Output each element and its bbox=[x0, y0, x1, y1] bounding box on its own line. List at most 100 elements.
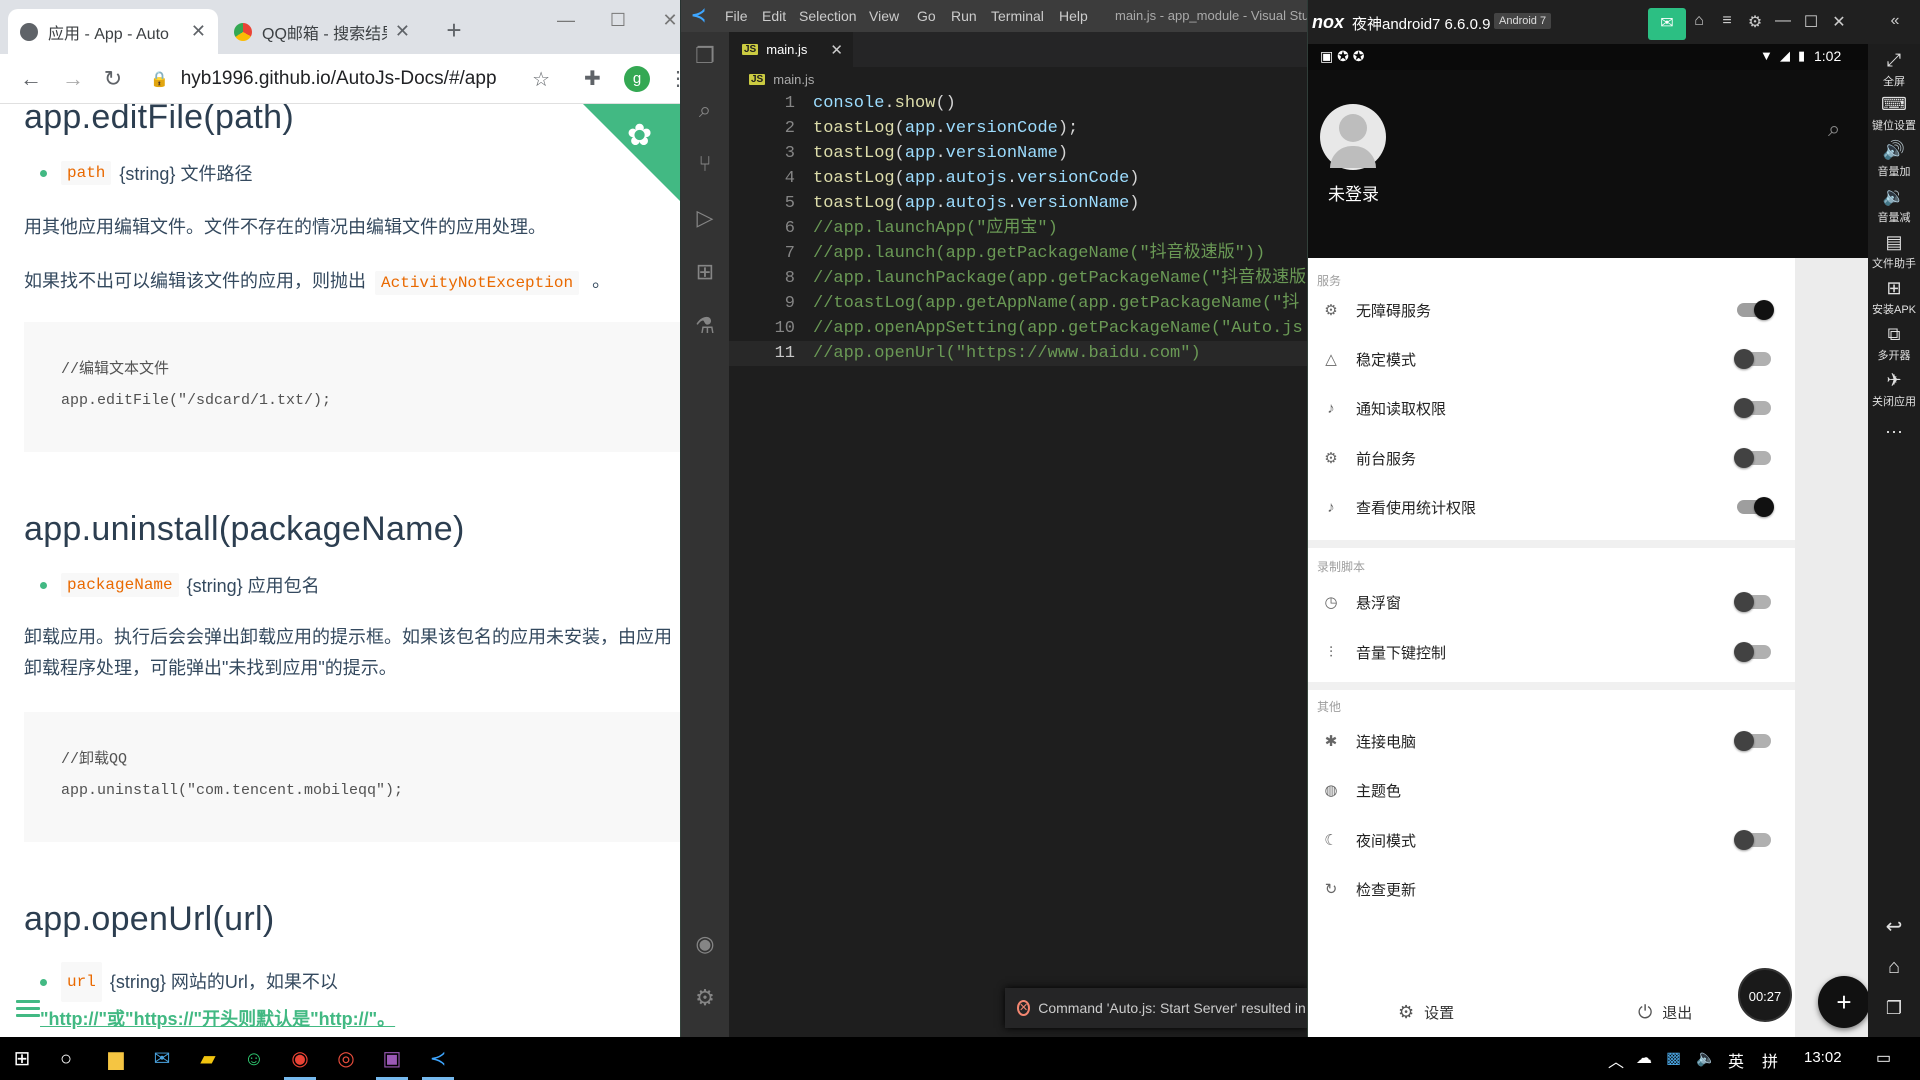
mail-icon[interactable]: ✉ bbox=[148, 1045, 176, 1073]
close-window-icon[interactable]: ✕ bbox=[1826, 12, 1852, 34]
toggle-switch[interactable] bbox=[1737, 300, 1774, 320]
toggle-switch[interactable] bbox=[1734, 448, 1771, 468]
setting-stable-mode[interactable]: △ 稳定模式 bbox=[1308, 335, 1795, 383]
profile-avatar[interactable]: g bbox=[624, 66, 650, 92]
tab-main-js[interactable]: JS main.js ✕ bbox=[729, 32, 853, 67]
toggle-switch[interactable] bbox=[1734, 731, 1771, 751]
menu-run[interactable]: Run bbox=[951, 8, 977, 24]
minimize-icon[interactable]: — bbox=[546, 10, 586, 36]
cortana-icon[interactable]: ○ bbox=[52, 1045, 80, 1073]
setting-accessibility[interactable]: ⚙ 无障碍服务 bbox=[1308, 286, 1795, 334]
setting-night-mode[interactable]: ☾ 夜间模式 bbox=[1308, 816, 1795, 864]
toggle-switch[interactable] bbox=[1734, 592, 1771, 612]
code-line[interactable]: 6 //app.launchApp("应用宝") bbox=[729, 216, 1307, 241]
reload-icon[interactable]: ↻ bbox=[100, 66, 126, 92]
tray-app-icon[interactable]: ▩ bbox=[1666, 1048, 1681, 1068]
nox-taskbar-icon[interactable]: ▣ bbox=[378, 1045, 406, 1073]
android-back-icon[interactable]: ↩ bbox=[1868, 914, 1920, 939]
testing-icon[interactable]: ⚗ bbox=[693, 314, 717, 338]
address-bar[interactable]: 🔒 hyb1996.github.io/AutoJs-Docs/#/app ☆ bbox=[140, 60, 560, 98]
setting-foreground-service[interactable]: ⚙ 前台服务 bbox=[1308, 434, 1795, 482]
code-line[interactable]: 10 //app.openAppSetting(app.getPackageNam… bbox=[729, 316, 1307, 341]
account-icon[interactable]: ◉ bbox=[693, 932, 717, 956]
setting-usage-stats[interactable]: ♪ 查看使用统计权限 bbox=[1308, 483, 1795, 531]
source-control-icon[interactable]: ⑂ bbox=[693, 152, 717, 176]
vscode-taskbar-icon[interactable]: ≺ bbox=[424, 1045, 452, 1073]
code-line[interactable]: 9 //toastLog(app.getAppName(app.getPackag… bbox=[729, 291, 1307, 316]
sidebar-install-apk[interactable]: ⊞ 安装APK bbox=[1868, 278, 1920, 317]
menu-go[interactable]: Go bbox=[917, 8, 936, 24]
toggle-switch[interactable] bbox=[1734, 398, 1771, 418]
nox-menu-icon[interactable]: ≡ bbox=[1714, 12, 1740, 34]
file-explorer-icon[interactable]: ▆ bbox=[102, 1045, 130, 1073]
toggle-switch[interactable] bbox=[1734, 349, 1771, 369]
menu-help[interactable]: Help bbox=[1059, 8, 1088, 24]
add-fab-button[interactable]: + bbox=[1818, 976, 1870, 1028]
setting-check-update[interactable]: ↻ 检查更新 bbox=[1308, 865, 1795, 913]
chrome-icon[interactable]: ◉ bbox=[286, 1045, 314, 1073]
notification-center-icon[interactable]: ▭ bbox=[1876, 1048, 1891, 1068]
sidebar-toggle-icon[interactable] bbox=[16, 1000, 40, 1018]
setting-connect-pc[interactable]: ✱ 连接电脑 bbox=[1308, 717, 1795, 765]
setting-notification-access[interactable]: ♪ 通知读取权限 bbox=[1308, 384, 1795, 432]
chrome-tab-app[interactable]: 应用 - App - Auto ✕ bbox=[8, 9, 218, 54]
volume-icon[interactable]: 🔈 bbox=[1696, 1048, 1716, 1068]
search-icon[interactable]: ⌕ bbox=[693, 98, 717, 122]
ime-mode-indicator[interactable]: 拼 bbox=[1762, 1048, 1778, 1072]
nox-skin-icon[interactable]: ⌂ bbox=[1686, 12, 1712, 34]
chrome-tab-qqmail[interactable]: QQ邮箱 - 搜索结果 ✕ bbox=[222, 9, 422, 54]
nox-settings-icon[interactable]: ⚙ bbox=[1742, 12, 1768, 34]
code-line[interactable]: 4 toastLog(app.autojs.versionCode) bbox=[729, 166, 1307, 191]
toggle-switch[interactable] bbox=[1734, 830, 1771, 850]
setting-theme-color[interactable]: ◍ 主题色 bbox=[1308, 766, 1795, 814]
close-tab-icon[interactable]: ✕ bbox=[830, 41, 843, 59]
menu-terminal[interactable]: Terminal bbox=[991, 8, 1044, 24]
onedrive-icon[interactable]: ☁ bbox=[1636, 1048, 1652, 1068]
menu-file[interactable]: File bbox=[725, 8, 748, 24]
recording-timer[interactable]: 00:27 bbox=[1738, 968, 1792, 1022]
close-tab-icon[interactable]: ✕ bbox=[395, 21, 410, 42]
code-line[interactable]: 1 console.show() bbox=[729, 91, 1307, 116]
sidebar-volume-down[interactable]: 🔉 音量减 bbox=[1868, 186, 1920, 225]
minimize-icon[interactable]: — bbox=[1770, 12, 1796, 34]
forward-arrow-icon[interactable]: → bbox=[60, 66, 86, 92]
settings-gear-icon[interactable]: ⚙ bbox=[693, 986, 717, 1010]
extensions-icon[interactable]: ⊞ bbox=[693, 260, 717, 284]
search-icon[interactable]: ⌕ bbox=[1828, 116, 1840, 142]
close-window-icon[interactable]: ✕ bbox=[650, 10, 680, 36]
tray-chevron-icon[interactable]: ︿ bbox=[1608, 1048, 1624, 1072]
chrome-menu-icon[interactable]: ⋮ bbox=[668, 66, 680, 91]
close-tab-icon[interactable]: ✕ bbox=[191, 21, 206, 42]
sidebar-keymap[interactable]: ⌨ 键位设置 bbox=[1868, 94, 1920, 133]
param-link[interactable]: "http://"或"https://"开头则默认是"http://"。 bbox=[40, 1002, 395, 1036]
sidebar-close-app[interactable]: ✈ 关闭应用 bbox=[1868, 370, 1920, 409]
sidebar-fullscreen[interactable]: ⤢ 全屏 bbox=[1868, 50, 1920, 89]
code-line[interactable]: 8 //app.launchPackage(app.getPackageName(… bbox=[729, 266, 1307, 291]
setting-floating-window[interactable]: ◷ 悬浮窗 bbox=[1308, 578, 1795, 626]
nox-assistant-icon[interactable]: ✉ bbox=[1648, 8, 1686, 40]
breadcrumb[interactable]: JS main.js bbox=[729, 67, 1307, 91]
menu-selection[interactable]: Selection bbox=[799, 8, 857, 24]
collapse-sidebar-icon[interactable]: « bbox=[1882, 12, 1908, 34]
settings-button[interactable]: ⚙ 设置 bbox=[1398, 1002, 1454, 1023]
code-line[interactable]: 3 toastLog(app.versionName) bbox=[729, 141, 1307, 166]
toggle-switch[interactable] bbox=[1734, 642, 1771, 662]
android-home-icon[interactable]: ⌂ bbox=[1868, 956, 1920, 979]
code-line[interactable]: 2 toastLog(app.versionCode); bbox=[729, 116, 1307, 141]
explorer-icon[interactable]: ❐ bbox=[693, 44, 717, 68]
login-status[interactable]: 未登录 bbox=[1328, 180, 1379, 205]
new-tab-button[interactable]: + bbox=[438, 14, 470, 46]
menu-view[interactable]: View bbox=[869, 8, 899, 24]
code-editor[interactable]: 1 console.show() 2 toastLog(app.versionCode… bbox=[729, 91, 1307, 1037]
github-octocat-icon[interactable]: ✿ bbox=[627, 118, 652, 153]
menu-edit[interactable]: Edit bbox=[762, 8, 786, 24]
clock[interactable]: 13:02 bbox=[1804, 1049, 1842, 1066]
error-notification[interactable]: ✕ Command 'Auto.js: Start Server' result… bbox=[1005, 988, 1307, 1028]
code-line[interactable]: 5 toastLog(app.autojs.versionName) bbox=[729, 191, 1307, 216]
exit-button[interactable]: ⏻ 退出 bbox=[1638, 1002, 1692, 1023]
code-line[interactable]: 7 //app.launch(app.getPackageName("抖音极速版"… bbox=[729, 241, 1307, 266]
sidebar-volume-up[interactable]: 🔊 音量加 bbox=[1868, 140, 1920, 179]
maximize-icon[interactable]: ☐ bbox=[598, 10, 638, 36]
setting-volume-control[interactable]: ⫶ 音量下键控制 bbox=[1308, 628, 1795, 676]
sidebar-multi-instance[interactable]: ⧉ 多开器 bbox=[1868, 324, 1920, 363]
